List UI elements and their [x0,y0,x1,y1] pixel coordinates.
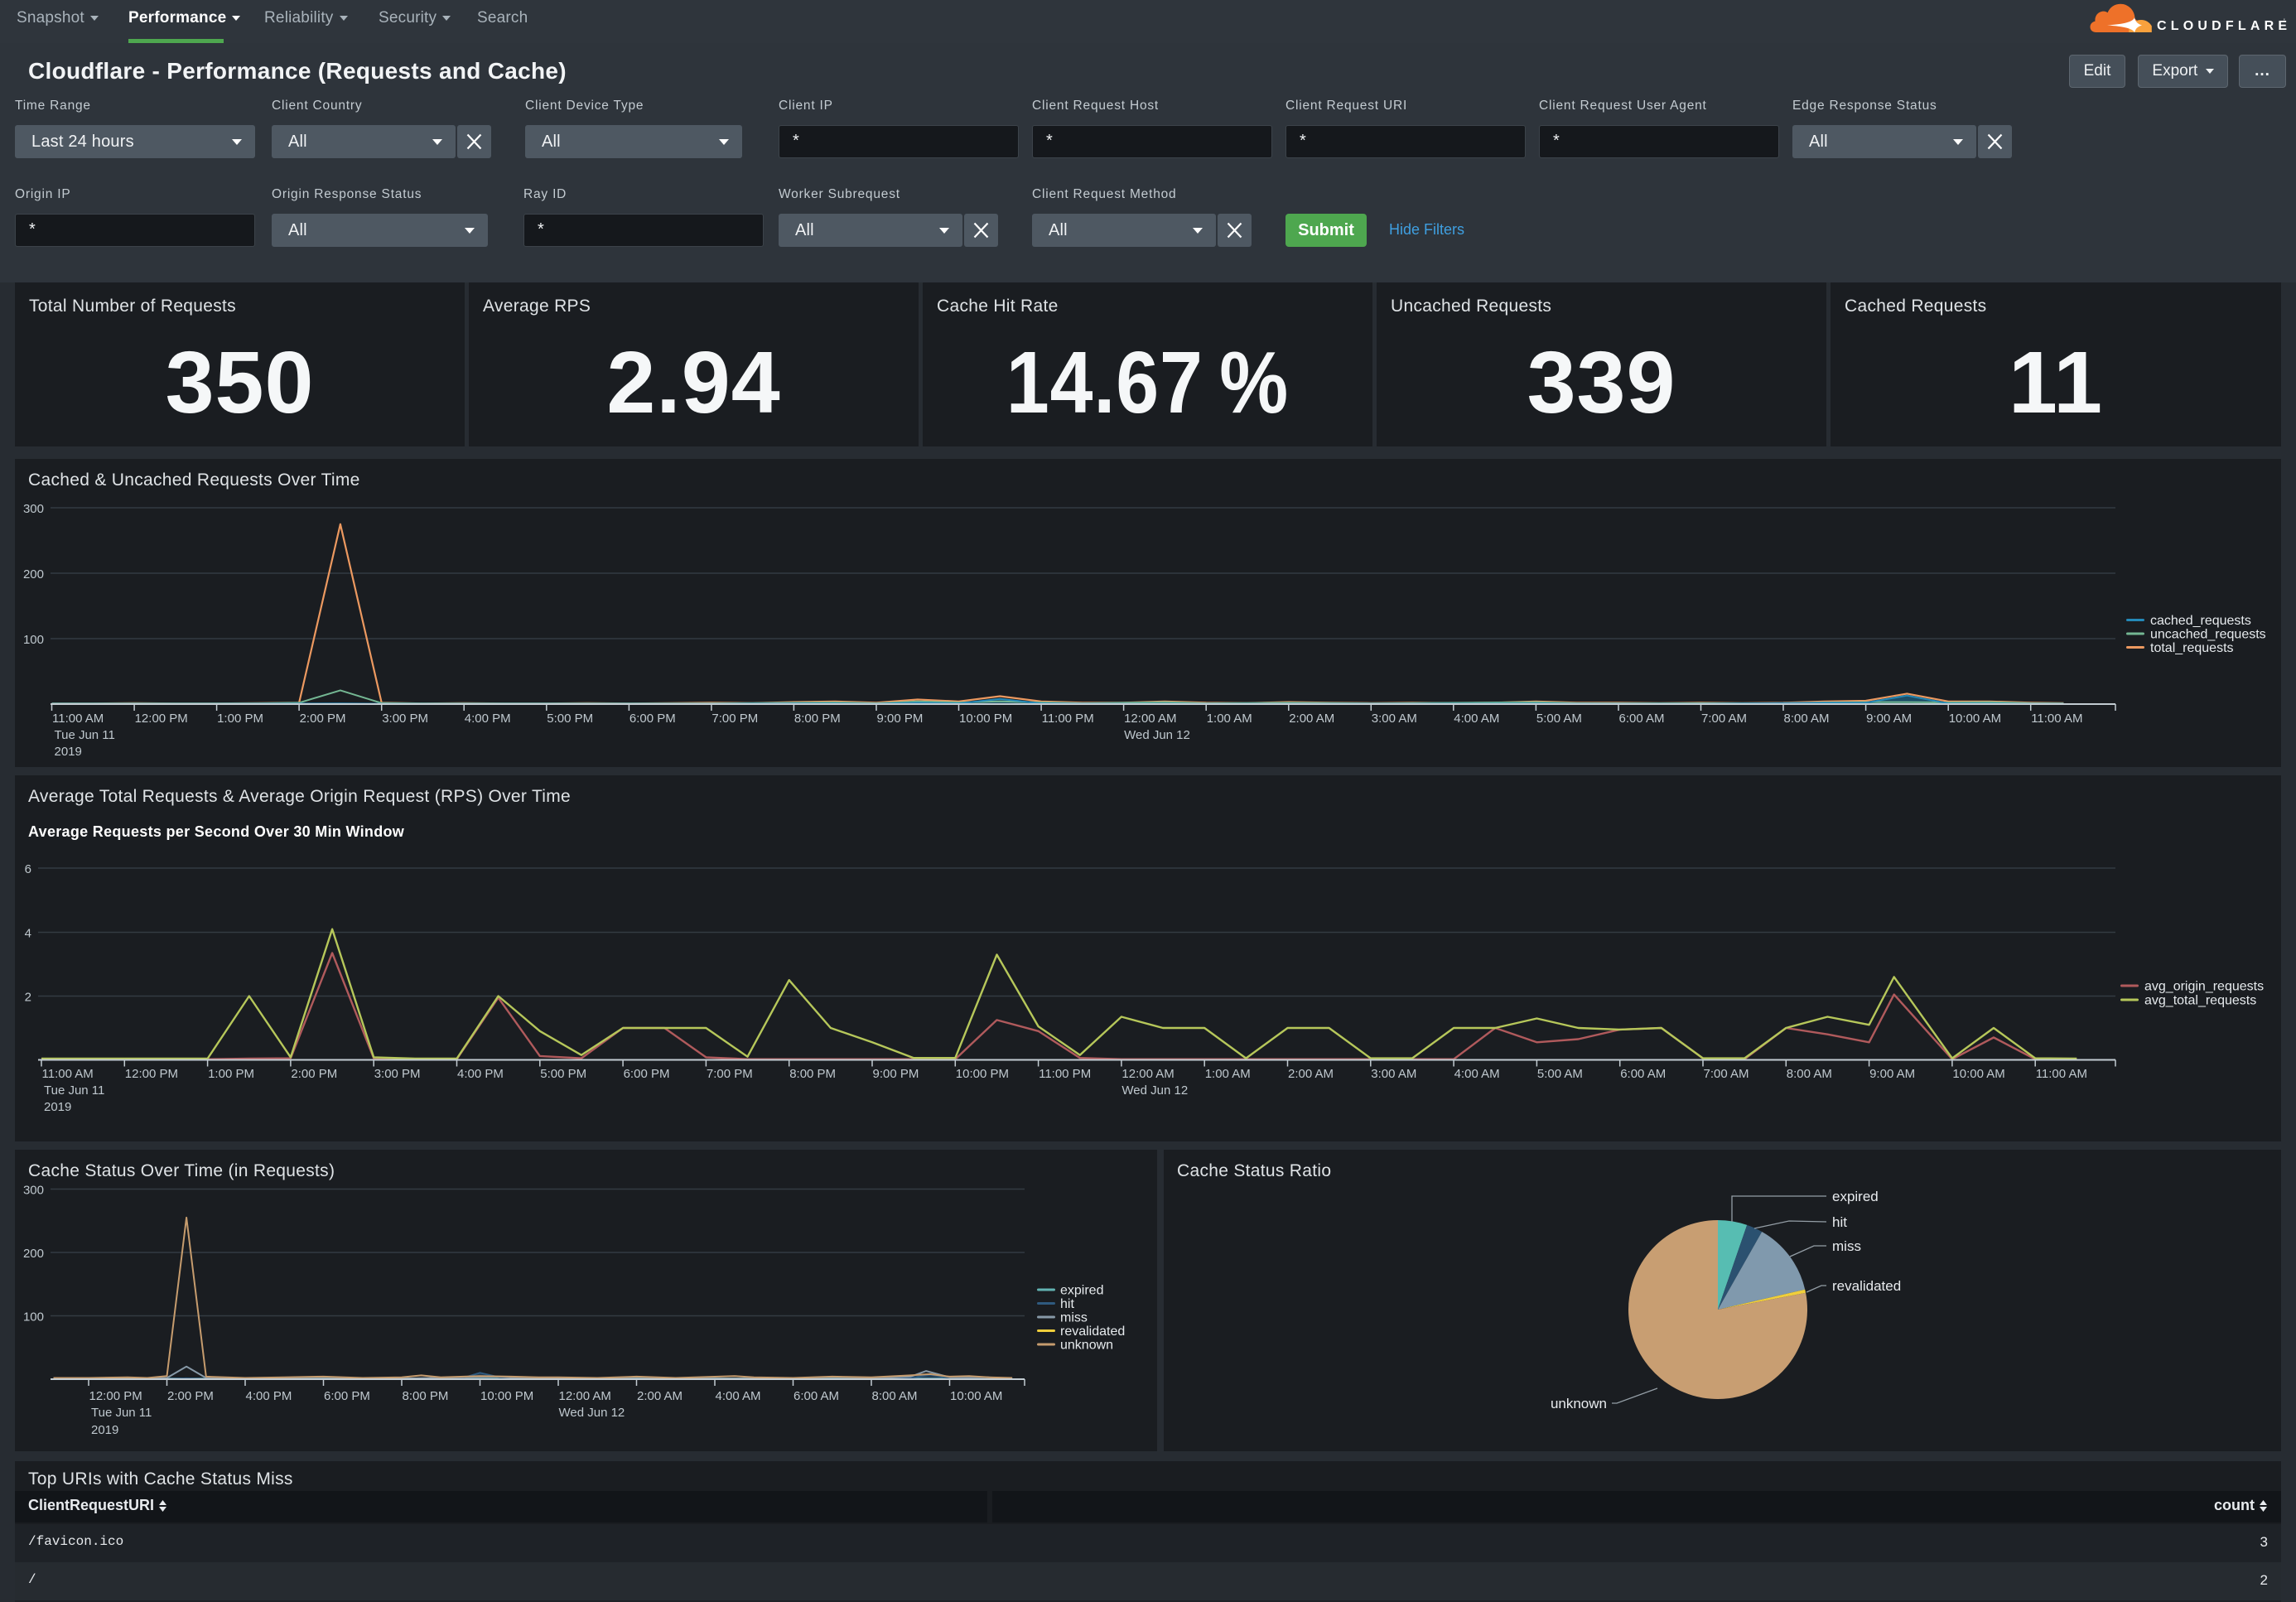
svg-text:100: 100 [23,633,44,647]
svg-text:hit: hit [1060,1297,1074,1311]
svg-text:2: 2 [25,991,31,1005]
svg-text:8:00 PM: 8:00 PM [794,712,841,726]
svg-text:10:00 AM: 10:00 AM [1949,712,2001,726]
svg-text:expired: expired [1060,1284,1103,1298]
svg-text:9:00 AM: 9:00 AM [1869,1067,1915,1081]
svg-text:9:00 PM: 9:00 PM [877,712,924,726]
svg-text:5:00 PM: 5:00 PM [540,1067,586,1081]
svg-text:3:00 PM: 3:00 PM [374,1067,421,1081]
svg-text:1:00 PM: 1:00 PM [217,712,263,726]
svg-text:300: 300 [23,502,44,516]
svg-text:2019: 2019 [55,745,82,759]
svg-text:11:00 AM: 11:00 AM [52,712,104,726]
svg-text:200: 200 [23,567,44,581]
svg-text:12:00 AM: 12:00 AM [1124,712,1176,726]
svg-text:avg_origin_requests: avg_origin_requests [2144,980,2264,994]
svg-text:10:00 PM: 10:00 PM [956,1067,1009,1081]
svg-text:11:00 AM: 11:00 AM [2031,712,2082,726]
svg-text:8:00 PM: 8:00 PM [403,1389,449,1403]
svg-text:11:00 PM: 11:00 PM [1039,1067,1091,1081]
svg-text:3:00 PM: 3:00 PM [382,712,428,726]
svg-text:4:00 PM: 4:00 PM [457,1067,504,1081]
svg-text:hit: hit [1832,1214,1847,1230]
svg-text:11:00 PM: 11:00 PM [1042,712,1094,726]
svg-text:7:00 AM: 7:00 AM [1704,1067,1749,1081]
svg-text:uncached_requests: uncached_requests [2150,628,2266,642]
svg-text:6:00 AM: 6:00 AM [1619,712,1665,726]
svg-text:6:00 AM: 6:00 AM [1620,1067,1666,1081]
svg-text:9:00 PM: 9:00 PM [873,1067,919,1081]
svg-text:300: 300 [23,1184,44,1198]
svg-text:2:00 AM: 2:00 AM [637,1389,683,1403]
svg-text:4:00 AM: 4:00 AM [1454,1067,1500,1081]
svg-text:8:00 PM: 8:00 PM [789,1067,836,1081]
svg-text:7:00 AM: 7:00 AM [1701,712,1747,726]
svg-text:Wed Jun 12: Wed Jun 12 [1124,728,1190,742]
svg-text:4:00 PM: 4:00 PM [465,712,511,726]
svg-text:9:00 AM: 9:00 AM [1866,712,1912,726]
svg-text:3:00 AM: 3:00 AM [1372,712,1417,726]
svg-text:4: 4 [25,927,31,941]
svg-text:1:00 AM: 1:00 AM [1205,1067,1251,1081]
svg-text:12:00 PM: 12:00 PM [125,1067,178,1081]
svg-text:11:00 AM: 11:00 AM [2036,1067,2087,1081]
svg-text:8:00 AM: 8:00 AM [1787,1067,1832,1081]
svg-text:7:00 PM: 7:00 PM [711,712,758,726]
svg-text:12:00 AM: 12:00 AM [559,1389,611,1403]
svg-text:Tue Jun 11: Tue Jun 11 [44,1083,104,1098]
svg-text:6:00 PM: 6:00 PM [629,712,676,726]
svg-text:Wed Jun 12: Wed Jun 12 [1121,1083,1188,1098]
svg-text:2:00 AM: 2:00 AM [1288,1067,1334,1081]
svg-text:unknown: unknown [1551,1396,1607,1411]
svg-text:6:00 PM: 6:00 PM [324,1389,370,1403]
svg-text:8:00 AM: 8:00 AM [872,1389,918,1403]
svg-text:4:00 AM: 4:00 AM [1454,712,1499,726]
svg-text:unknown: unknown [1060,1339,1113,1353]
svg-text:6: 6 [25,862,31,876]
svg-text:Tue Jun 11: Tue Jun 11 [55,728,115,742]
svg-text:5:00 PM: 5:00 PM [547,712,593,726]
svg-text:3:00 AM: 3:00 AM [1371,1067,1416,1081]
svg-text:10:00 PM: 10:00 PM [959,712,1012,726]
svg-text:Wed Jun 12: Wed Jun 12 [559,1406,625,1420]
svg-text:total_requests: total_requests [2150,641,2234,655]
svg-text:avg_total_requests: avg_total_requests [2144,994,2256,1008]
svg-text:7:00 PM: 7:00 PM [707,1067,753,1081]
svg-text:cached_requests: cached_requests [2150,614,2251,628]
svg-text:2:00 PM: 2:00 PM [300,712,346,726]
svg-text:12:00 AM: 12:00 AM [1121,1067,1174,1081]
svg-text:4:00 AM: 4:00 AM [716,1389,761,1403]
svg-text:11:00 AM: 11:00 AM [42,1067,94,1081]
svg-text:miss: miss [1832,1238,1861,1254]
svg-text:2:00 PM: 2:00 PM [167,1389,214,1403]
svg-text:Tue Jun 11: Tue Jun 11 [91,1406,152,1420]
svg-text:12:00 PM: 12:00 PM [89,1389,142,1403]
svg-text:200: 200 [23,1247,44,1261]
svg-text:2019: 2019 [91,1423,118,1437]
svg-text:revalidated: revalidated [1060,1325,1125,1339]
svg-text:4:00 PM: 4:00 PM [246,1389,292,1403]
svg-text:revalidated: revalidated [1832,1278,1901,1294]
svg-text:12:00 PM: 12:00 PM [135,712,188,726]
svg-text:1:00 AM: 1:00 AM [1207,712,1252,726]
svg-text:10:00 PM: 10:00 PM [480,1389,533,1403]
svg-text:expired: expired [1832,1189,1879,1204]
svg-text:1:00 PM: 1:00 PM [208,1067,254,1081]
svg-text:10:00 AM: 10:00 AM [1952,1067,2004,1081]
svg-text:5:00 AM: 5:00 AM [1536,712,1582,726]
svg-text:miss: miss [1060,1311,1088,1325]
svg-text:2019: 2019 [44,1100,71,1114]
svg-text:5:00 AM: 5:00 AM [1537,1067,1583,1081]
svg-text:6:00 PM: 6:00 PM [624,1067,670,1081]
svg-text:2:00 PM: 2:00 PM [291,1067,337,1081]
svg-text:8:00 AM: 8:00 AM [1784,712,1830,726]
svg-text:10:00 AM: 10:00 AM [950,1389,1002,1403]
svg-text:2:00 AM: 2:00 AM [1289,712,1334,726]
svg-text:100: 100 [23,1310,44,1325]
svg-text:6:00 AM: 6:00 AM [793,1389,839,1403]
